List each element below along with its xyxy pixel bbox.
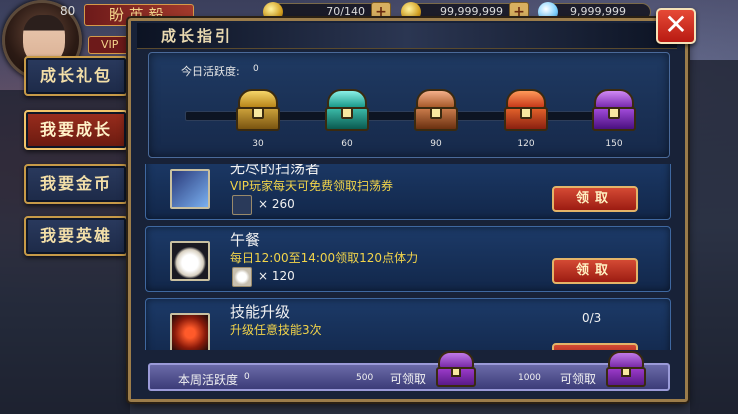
daily-activity-value: 0 [253, 64, 259, 74]
menu-label: 成长礼包 [39, 66, 112, 85]
diamond-value: 9,999,999 [570, 5, 626, 18]
chest-threshold: 60 [341, 139, 353, 149]
gold-chest-icon[interactable] [235, 89, 281, 133]
reward-qty: × 120 [258, 269, 295, 283]
task-button-partial[interactable] [552, 343, 638, 350]
bronze-chest-icon[interactable] [413, 89, 459, 133]
weekly-claimable-tag: 可领取 [390, 372, 427, 386]
weekly-activity-value: 0 [244, 372, 250, 382]
task-row: 无尽的扫荡者 VIP玩家每天可免费领取扫荡券 × 260 领取 [145, 164, 671, 220]
panel-title: 成长指引 [137, 23, 677, 49]
menu-growth-gift[interactable]: 成长礼包 [24, 56, 128, 96]
weekly-claimable-tag: 可领取 [560, 372, 597, 386]
stamina-reward-icon [232, 267, 252, 287]
player-level: 80 [60, 4, 76, 18]
task-row: 技能升级 升级任意技能3次 0/3 [145, 298, 671, 350]
task-name: 午餐 [230, 231, 261, 249]
claim-button[interactable]: 领取 [552, 258, 638, 284]
chest-threshold: 30 [252, 139, 264, 149]
gold-value: 99,999,999 [440, 5, 503, 18]
menu-label: 我要金币 [39, 174, 112, 193]
task-desc: VIP玩家每天可免费领取扫荡券 [230, 179, 393, 193]
daily-activity-label: 今日活跃度: [181, 65, 240, 78]
chest-threshold: 120 [517, 139, 535, 149]
daily-activity-box: 今日活跃度: 0 30 60 90 120 150 [148, 52, 670, 158]
weekly-milestone-500: 500 [356, 373, 374, 383]
weekly-milestone-1000: 1000 [518, 373, 541, 383]
menu-label: 我要成长 [39, 120, 112, 139]
weekly-activity-bar: 本周活跃度 0 500 可领取 1000 可领取 [148, 351, 670, 391]
close-button[interactable]: ✕ [656, 8, 696, 44]
stamina-value: 70/140 [326, 5, 365, 18]
close-icon: ✕ [664, 8, 688, 41]
sweep-ticket-icon [170, 169, 210, 209]
task-name: 技能升级 [230, 303, 291, 321]
chest-threshold: 90 [430, 139, 442, 149]
purple-chest-icon[interactable] [591, 89, 637, 133]
red-chest-icon[interactable] [503, 89, 549, 133]
chest-threshold: 150 [605, 139, 623, 149]
menu-i-want-gold[interactable]: 我要金币 [24, 164, 128, 204]
task-desc: 升级任意技能3次 [230, 323, 322, 337]
sweep-ticket-reward-icon [232, 195, 252, 215]
task-list[interactable]: 无尽的扫荡者 VIP玩家每天可免费领取扫荡券 × 260 领取 午餐 每日12:… [145, 164, 671, 350]
weekly-activity-label: 本周活跃度 [178, 373, 239, 387]
background-building-right [690, 60, 738, 414]
menu-i-want-heroes[interactable]: 我要英雄 [24, 216, 128, 256]
bun-icon [170, 241, 210, 281]
weekly-chest-icon[interactable] [606, 351, 646, 389]
weekly-chest-icon[interactable] [436, 351, 476, 389]
task-name: 无尽的扫荡者 [230, 164, 321, 177]
menu-label: 我要英雄 [39, 226, 112, 245]
teal-chest-icon[interactable] [324, 89, 370, 133]
skill-up-icon [170, 313, 210, 350]
menu-i-want-growth[interactable]: 我要成长 [24, 110, 128, 150]
task-row: 午餐 每日12:00至14:00领取120点体力 × 120 领取 [145, 226, 671, 292]
reward-qty: × 260 [258, 197, 295, 211]
task-progress: 0/3 [582, 311, 602, 325]
task-desc: 每日12:00至14:00领取120点体力 [230, 251, 419, 265]
vip-label: VIP [101, 38, 119, 51]
claim-button[interactable]: 领取 [552, 186, 638, 212]
